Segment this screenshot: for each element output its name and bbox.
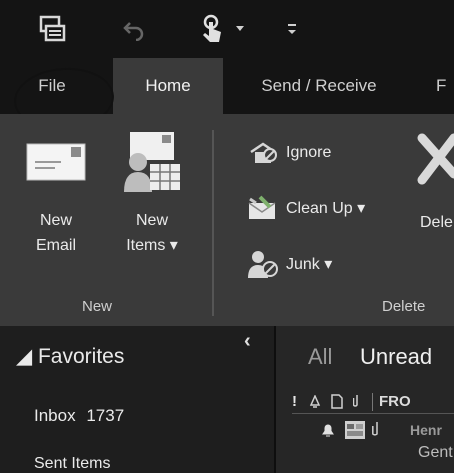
item-type-column-icon[interactable]	[326, 394, 348, 409]
touch-mode-icon[interactable]	[196, 12, 230, 46]
ignore-icon	[246, 140, 280, 166]
from-column-header[interactable]: FRO	[379, 393, 411, 410]
group-separator	[212, 130, 214, 316]
group-label-delete: Delete	[382, 298, 426, 315]
folder-pane: ‹ ◢ Favorites Inbox 1737 Sent Items	[0, 326, 276, 473]
filter-all[interactable]: All	[308, 344, 332, 370]
undo-icon[interactable]	[118, 12, 150, 46]
folder-inbox[interactable]: Inbox 1737	[34, 406, 124, 426]
column-divider	[372, 392, 373, 411]
message-subject: Gent	[418, 444, 453, 461]
attachment-icon	[372, 421, 382, 444]
clean-up-icon	[246, 195, 280, 221]
new-email-label-1: New	[39, 212, 72, 229]
clean-up-button[interactable]: Clean Up ▾	[246, 193, 365, 223]
favorites-header[interactable]: ◢ Favorites	[16, 344, 124, 369]
message-list-pane: All Unread ! FRO Henr Gent	[276, 326, 454, 473]
reminder-bell-icon	[320, 422, 336, 443]
ignore-label: Ignore	[286, 144, 332, 161]
attachment-column-icon[interactable]	[348, 394, 366, 409]
send-receive-icon[interactable]	[34, 12, 70, 46]
quick-access-toolbar	[0, 0, 454, 58]
delete-button[interactable]: Dele	[408, 130, 454, 235]
delete-label: Dele	[420, 214, 453, 231]
customize-icon[interactable]	[282, 12, 302, 46]
collapse-pane-icon[interactable]: ‹	[244, 330, 251, 353]
message-row[interactable]: Henr Gent	[292, 416, 454, 473]
junk-icon	[246, 251, 280, 278]
message-sender: Henr	[410, 422, 442, 438]
group-label-new: New	[82, 298, 113, 315]
tab-home[interactable]: Home	[113, 58, 223, 114]
new-items-button[interactable]: New Items ▾	[112, 130, 192, 258]
junk-label: Junk ▾	[286, 256, 333, 273]
junk-button[interactable]: Junk ▾	[246, 249, 332, 279]
column-header-row: ! FRO	[292, 390, 454, 414]
inbox-label: Inbox	[34, 406, 76, 425]
meeting-request-icon	[344, 420, 366, 445]
new-email-icon	[25, 140, 87, 192]
reminder-column-icon[interactable]	[304, 394, 326, 409]
ignore-button[interactable]: Ignore	[246, 138, 331, 168]
delete-icon	[408, 130, 454, 198]
importance-column-icon[interactable]: !	[292, 393, 304, 410]
new-items-icon	[120, 130, 184, 200]
dropdown-arrow-icon[interactable]	[232, 12, 248, 46]
filter-unread[interactable]: Unread	[360, 344, 432, 370]
inbox-unread-count: 1737	[86, 406, 125, 425]
new-email-button[interactable]: New Email	[18, 140, 94, 258]
new-items-label-2: Items ▾	[126, 237, 178, 254]
tab-send-receive[interactable]: Send / Receive	[238, 58, 400, 114]
new-items-label-1: New	[135, 212, 168, 229]
new-email-label-2: Email	[35, 237, 76, 254]
tab-folder-partial[interactable]: F	[436, 58, 454, 114]
clean-up-label: Clean Up ▾	[286, 200, 366, 217]
folder-sent-items[interactable]: Sent Items	[34, 455, 110, 473]
